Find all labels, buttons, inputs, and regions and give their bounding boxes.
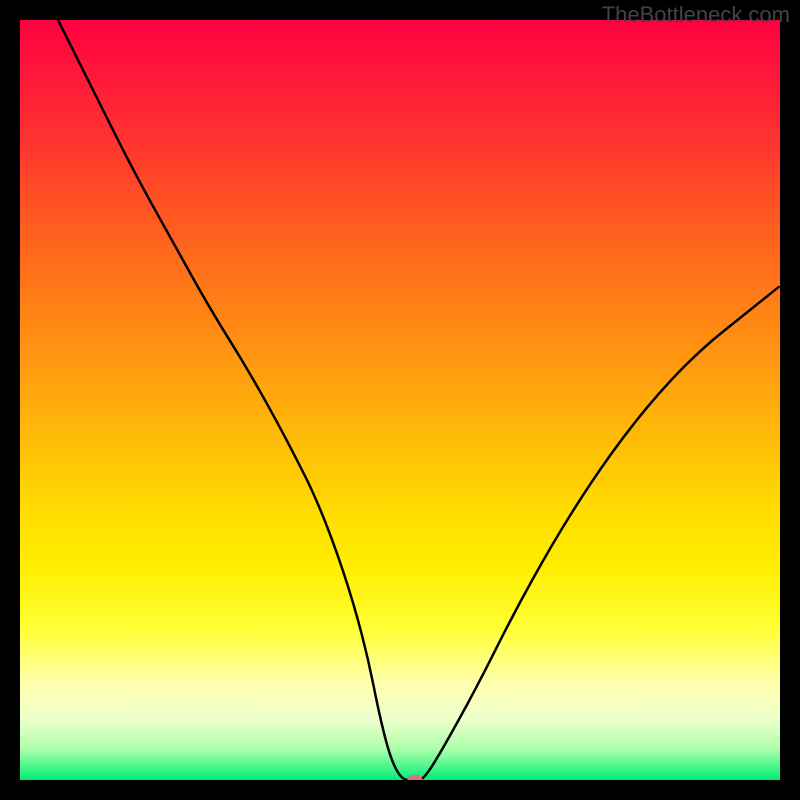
bottleneck-curve	[20, 20, 780, 780]
watermark-text: TheBottleneck.com	[602, 2, 790, 28]
plot-area	[20, 20, 780, 780]
current-config-marker	[408, 775, 423, 780]
